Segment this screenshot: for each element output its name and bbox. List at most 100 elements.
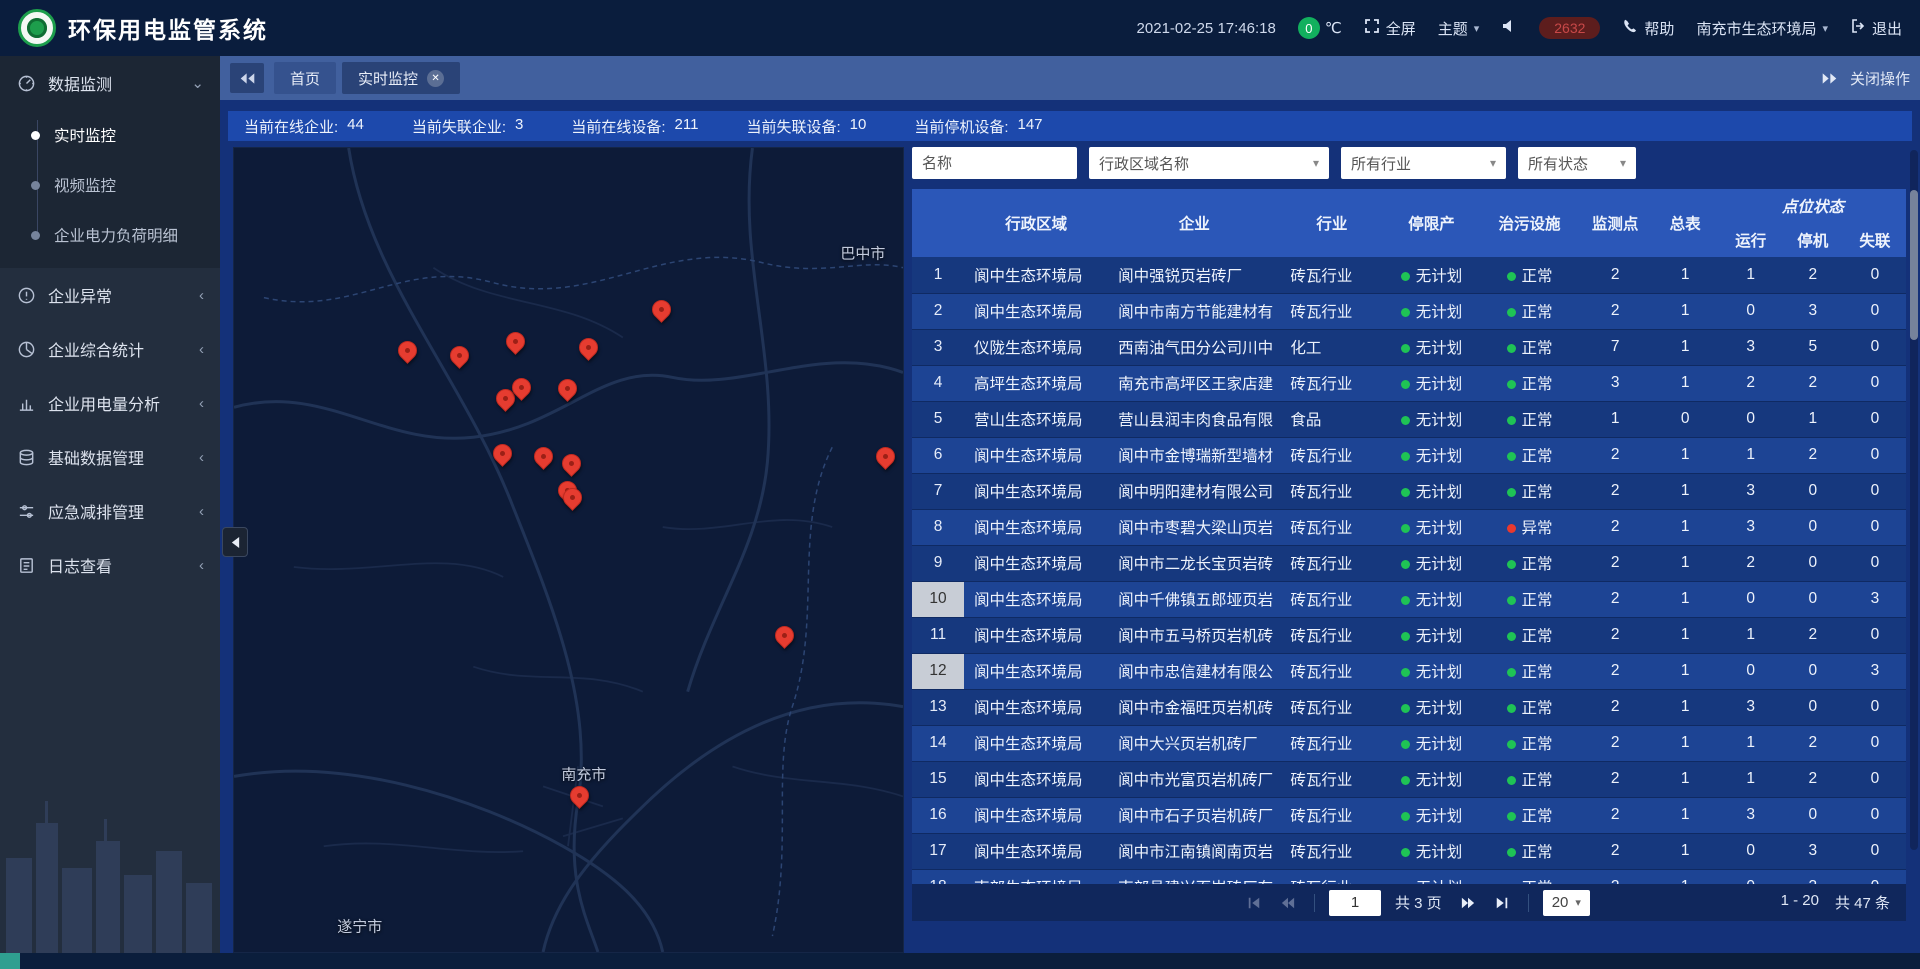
row-index: 6	[912, 437, 964, 473]
tabs-scroll-left-button[interactable]	[230, 63, 264, 93]
cell-run-count: 1	[1720, 437, 1782, 473]
stats-icon	[16, 339, 36, 359]
cell-facility-status: 正常	[1480, 725, 1580, 761]
cell-limit-status: 无计划	[1383, 509, 1479, 545]
sidebar-item-应急减排管理[interactable]: 应急减排管理‹	[0, 484, 220, 538]
sidebar-item-企业用电量分析[interactable]: 企业用电量分析‹	[0, 376, 220, 430]
cell-company: 阆中千佛镇五郎垭页岩	[1108, 581, 1280, 617]
table-row[interactable]: 17阆中生态环境局阆中市江南镇阆南页岩砖瓦行业无计划正常21030	[912, 833, 1906, 869]
sidebar-item-企业异常[interactable]: 企业异常‹	[0, 268, 220, 322]
first-page-button[interactable]	[1242, 891, 1266, 915]
cell-run-count: 2	[1720, 545, 1782, 581]
page-size-select[interactable]: 20 ▾	[1543, 890, 1590, 916]
table-row[interactable]: 9阆中生态环境局阆中市二龙长宝页岩砖砖瓦行业无计划正常21200	[912, 545, 1906, 581]
cell-lost-count: 0	[1844, 329, 1906, 365]
row-index: 11	[912, 617, 964, 653]
cell-stop-count: 2	[1782, 365, 1844, 401]
cell-company: 营山县润丰肉食品有限	[1108, 401, 1280, 437]
row-index: 4	[912, 365, 964, 401]
stat-value: 10	[850, 116, 867, 137]
cell-limit-status: 无计划	[1383, 617, 1479, 653]
cell-company: 阆中市忠信建材有限公	[1108, 653, 1280, 689]
table-row[interactable]: 8阆中生态环境局阆中市枣碧大梁山页岩砖瓦行业无计划异常21300	[912, 509, 1906, 545]
cell-limit-status: 无计划	[1383, 581, 1479, 617]
table-row[interactable]: 15阆中生态环境局阆中市光富页岩机砖厂砖瓦行业无计划正常21120	[912, 761, 1906, 797]
help-label: 帮助	[1644, 18, 1674, 39]
status-dot-icon	[1507, 488, 1516, 497]
cell-monitor-points: 2	[1580, 869, 1651, 884]
region-filter-select[interactable]: 行政区域名称 ▾	[1089, 147, 1329, 179]
cell-run-count: 0	[1720, 653, 1782, 689]
sidebar-subitem-视频监控[interactable]: 视频监控	[0, 160, 220, 210]
cell-region: 阆中生态环境局	[964, 761, 1108, 797]
table-row[interactable]: 2阆中生态环境局阆中市南方节能建材有砖瓦行业无计划正常21030	[912, 293, 1906, 329]
chart-icon	[16, 393, 36, 413]
cell-lost-count: 0	[1844, 725, 1906, 761]
sidebar-item-数据监测[interactable]: 数据监测⌄	[0, 56, 220, 110]
close-icon[interactable]: ✕	[427, 70, 444, 87]
collapse-map-button[interactable]	[222, 527, 248, 557]
table-row[interactable]: 4高坪生态环境局南充市高坪区王家店建砖瓦行业无计划正常31220	[912, 365, 1906, 401]
tab-实时监控[interactable]: 实时监控✕	[342, 62, 460, 94]
table-row[interactable]: 10阆中生态环境局阆中千佛镇五郎垭页岩砖瓦行业无计划正常21003	[912, 581, 1906, 617]
table-row[interactable]: 16阆中生态环境局阆中市石子页岩机砖厂砖瓦行业无计划正常21300	[912, 797, 1906, 833]
sidebar-item-基础数据管理[interactable]: 基础数据管理‹	[0, 430, 220, 484]
speaker-button[interactable]	[1501, 18, 1517, 38]
logout-button[interactable]: 退出	[1850, 18, 1902, 39]
table-row[interactable]: 7阆中生态环境局阆中明阳建材有限公司砖瓦行业无计划正常21300	[912, 473, 1906, 509]
facility-status-label: 正常	[1522, 808, 1553, 825]
table-row[interactable]: 6阆中生态环境局阆中市金博瑞新型墙材砖瓦行业无计划正常21120	[912, 437, 1906, 473]
tab-首页[interactable]: 首页	[274, 62, 336, 94]
table-row[interactable]: 12阆中生态环境局阆中市忠信建材有限公砖瓦行业无计划正常21003	[912, 653, 1906, 689]
facility-status-label: 正常	[1522, 664, 1553, 681]
table-row[interactable]: 5营山生态环境局营山县润丰肉食品有限食品无计划正常10010	[912, 401, 1906, 437]
cell-lost-count: 0	[1844, 257, 1906, 293]
limit-status-label: 无计划	[1416, 376, 1463, 393]
filter-bar: 行政区域名称 ▾ 所有行业 ▾ 所有状态 ▾	[912, 147, 1906, 179]
table-row[interactable]: 11阆中生态环境局阆中市五马桥页岩机砖砖瓦行业无计划正常21120	[912, 617, 1906, 653]
table-row[interactable]: 13阆中生态环境局阆中市金福旺页岩机砖砖瓦行业无计划正常21300	[912, 689, 1906, 725]
bottom-corner-accent	[0, 953, 20, 969]
sidebar-item-企业综合统计[interactable]: 企业综合统计‹	[0, 322, 220, 376]
sidebar-subitem-实时监控[interactable]: 实时监控	[0, 110, 220, 160]
table-row[interactable]: 18南部生态环境局南部县建兴页岩砖厂有砖瓦行业无计划正常21030	[912, 869, 1906, 884]
next-page-button[interactable]	[1456, 891, 1480, 915]
org-menu[interactable]: 南充市生态环境局 ▾	[1696, 18, 1828, 39]
scrollbar-thumb[interactable]	[1910, 190, 1918, 340]
logout-label: 退出	[1872, 18, 1902, 39]
table-row[interactable]: 14阆中生态环境局阆中大兴页岩机砖厂砖瓦行业无计划正常21120	[912, 725, 1906, 761]
sidebar-item-日志查看[interactable]: 日志查看‹	[0, 538, 220, 592]
cell-facility-status: 正常	[1480, 545, 1580, 581]
sidebar-subitem-企业电力负荷明细[interactable]: 企业电力负荷明细	[0, 210, 220, 260]
last-page-button[interactable]	[1490, 891, 1514, 915]
tabs-scroll-right-button[interactable]	[1821, 73, 1838, 84]
cell-company: 阆中市江南镇阆南页岩	[1108, 833, 1280, 869]
table-row[interactable]: 1阆中生态环境局阆中强锐页岩砖厂砖瓦行业无计划正常21120	[912, 257, 1906, 293]
cell-company: 南部县建兴页岩砖厂有	[1108, 869, 1280, 884]
cell-lost-count: 0	[1844, 365, 1906, 401]
stat-label: 当前在线企业:	[244, 116, 338, 137]
prev-page-button[interactable]	[1276, 891, 1300, 915]
theme-menu[interactable]: 主题 ▾	[1438, 18, 1480, 39]
help-button[interactable]: 帮助	[1622, 18, 1674, 39]
limit-status-label: 无计划	[1416, 556, 1463, 573]
cell-region: 阆中生态环境局	[964, 509, 1108, 545]
cell-limit-status: 无计划	[1383, 437, 1479, 473]
row-index: 8	[912, 509, 964, 545]
page-number-input[interactable]	[1329, 890, 1381, 916]
status-filter-select[interactable]: 所有状态 ▾	[1518, 147, 1636, 179]
fullscreen-button[interactable]: 全屏	[1364, 18, 1416, 39]
chevron-down-icon: ▾	[1313, 156, 1319, 170]
industry-filter-select[interactable]: 所有行业 ▾	[1341, 147, 1506, 179]
alert-count-badge[interactable]: 2632	[1539, 17, 1600, 39]
datetime-label: 2021-02-25 17:46:18	[1137, 20, 1276, 37]
row-index: 3	[912, 329, 964, 365]
map-roads	[234, 148, 903, 952]
facility-status-label: 正常	[1522, 844, 1553, 861]
cell-facility-status: 正常	[1480, 437, 1580, 473]
close-operations-button[interactable]: 关闭操作	[1850, 68, 1910, 89]
chevron-down-icon: ▾	[1490, 156, 1496, 170]
name-filter-input[interactable]	[912, 147, 1077, 179]
table-row[interactable]: 3仪陇生态环境局西南油气田分公司川中化工无计划正常71350	[912, 329, 1906, 365]
map-panel[interactable]: 巴中市南充市遂宁市	[233, 147, 904, 953]
